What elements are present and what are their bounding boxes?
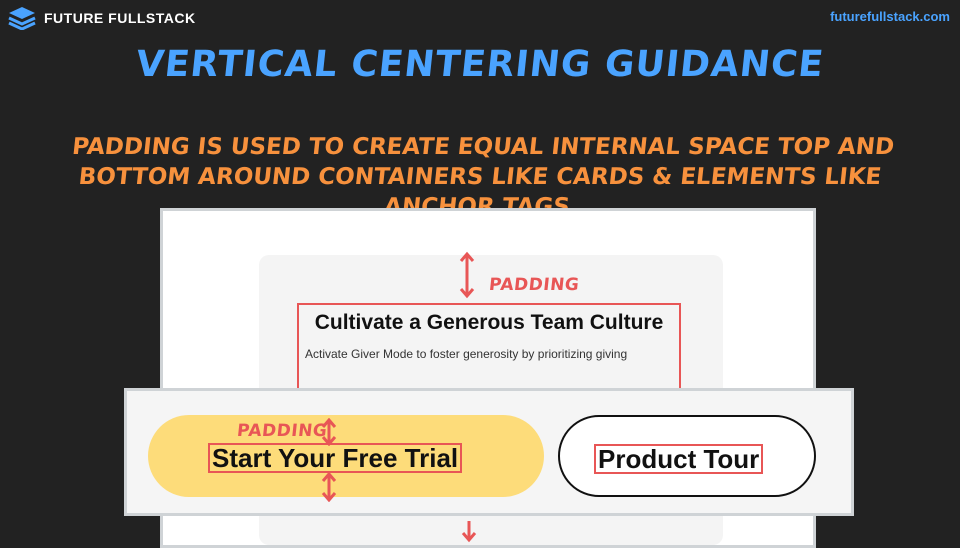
- padding-arrow-icon: [321, 472, 337, 502]
- product-tour-button[interactable]: Product Tour: [558, 415, 816, 497]
- brand[interactable]: FUTURE FULLSTACK: [8, 6, 196, 30]
- padding-arrow-icon: [459, 251, 475, 299]
- stacked-layers-icon: [8, 7, 36, 30]
- brand-name: FUTURE FULLSTACK: [44, 10, 196, 26]
- start-free-trial-button[interactable]: Start Your Free Trial: [148, 415, 544, 497]
- buttons-panel: Start Your Free Trial PADDING Product To…: [124, 388, 854, 516]
- button-padding-label: PADDING: [235, 421, 329, 441]
- product-tour-label: Product Tour: [594, 444, 764, 474]
- card-padding-label: PADDING: [487, 275, 581, 295]
- card-title: Cultivate a Generous Team Culture: [314, 311, 664, 334]
- start-free-trial-label: Start Your Free Trial: [208, 443, 463, 473]
- card-text: Activate Giver Mode to foster generosity…: [305, 347, 628, 361]
- card-content-box: Cultivate a Generous Team Culture Activa…: [297, 303, 681, 398]
- site-url-link[interactable]: futurefullstack.com: [830, 9, 950, 24]
- padding-arrow-icon: [461, 521, 477, 543]
- padding-arrow-icon: [321, 418, 337, 446]
- slide-title: VERTICAL CENTERING GUIDANCE: [133, 44, 827, 85]
